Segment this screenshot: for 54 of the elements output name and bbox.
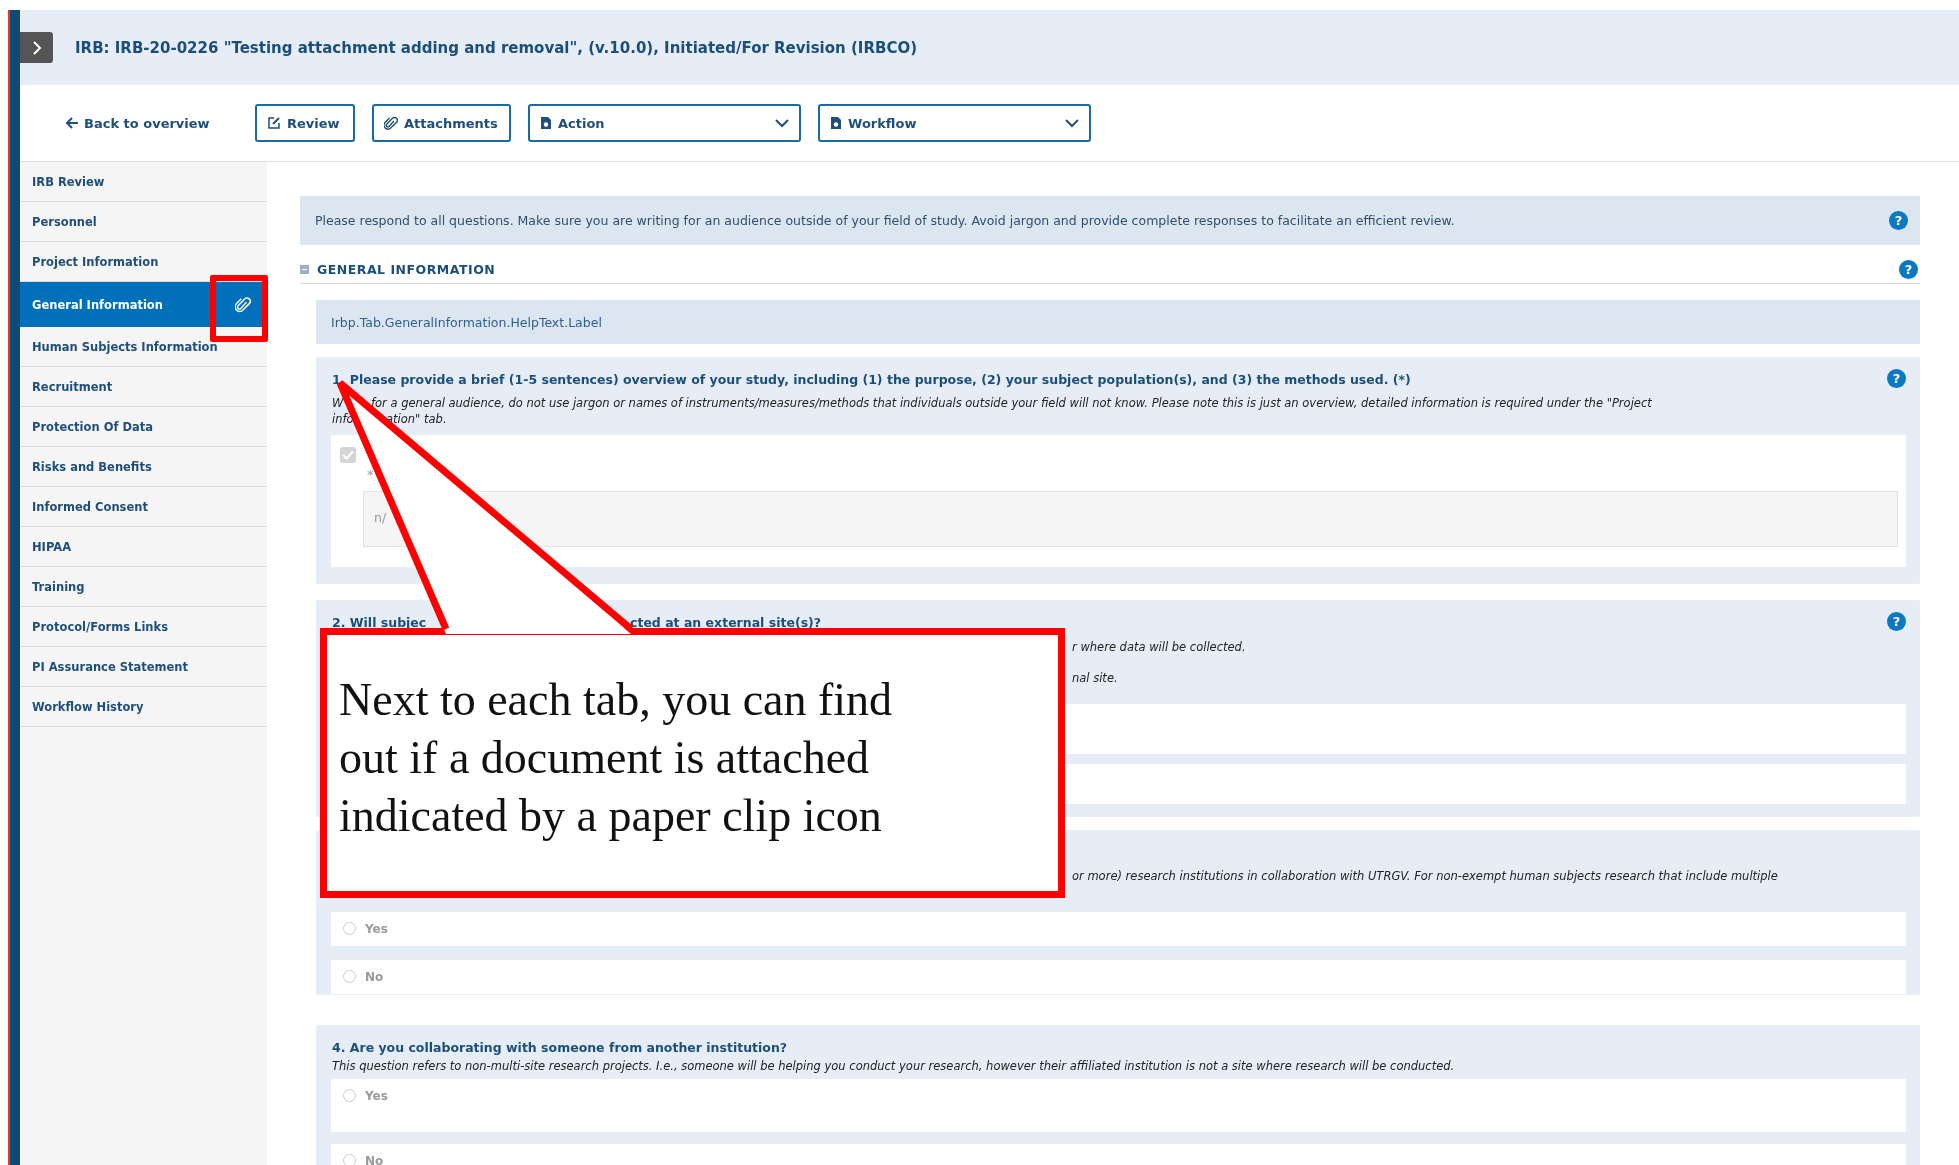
edit-icon [267, 116, 281, 130]
toolbar-button[interactable]: Attachments [372, 104, 511, 142]
help-text-label: Irbp.Tab.GeneralInformation.HelpText.Label [331, 314, 602, 330]
chevron-down-icon [775, 118, 789, 128]
radio-button[interactable] [343, 1089, 356, 1102]
question-hint: nal site. [1072, 671, 1118, 685]
question-hint: r where data will be collected. [1072, 640, 1246, 654]
option-label: Yes [365, 1089, 388, 1103]
question-title: cted at an external site(s)? [630, 614, 822, 630]
required-mark: * [367, 467, 374, 482]
help-button[interactable]: ? [1887, 368, 1906, 388]
sidebar-item[interactable]: HIPAA [20, 527, 267, 567]
sidebar-item[interactable]: Protection Of Data [20, 407, 267, 447]
section-title: GENERAL INFORMATION [317, 261, 496, 277]
option-label: No [365, 1154, 384, 1165]
paperclip-icon [384, 115, 398, 131]
question-hint: or more) research institutions in collaboration with UTRGV. For non-exempt human subjects research that include multiple [1072, 869, 1778, 883]
option-label: No [365, 970, 384, 984]
expand-button[interactable] [20, 32, 53, 63]
help-button[interactable]: ? [1887, 611, 1906, 631]
collapse-icon[interactable] [300, 264, 309, 274]
toolbar-button[interactable]: Review [255, 104, 355, 142]
option-label: Yes [365, 922, 388, 936]
radio-button[interactable] [343, 970, 356, 983]
radio-button[interactable] [343, 922, 356, 935]
sidebar-item[interactable]: IRB Review [20, 162, 267, 202]
dropdown-button[interactable]: Action [528, 104, 801, 142]
sidebar-item[interactable]: Risks and Benefits [20, 447, 267, 487]
chevron-down-icon [1065, 118, 1079, 128]
question-hint: for a general audience, do not use jargon or names of instruments/measures/methods that individuals outside your field will not know. Please note this is just an overview, detailed information is required under the "Project [371, 396, 1652, 410]
sidebar-item[interactable]: Recruitment [20, 367, 267, 407]
sidebar-item[interactable]: Workflow History [20, 687, 267, 727]
sidebar-item[interactable]: PI Assurance Statement [20, 647, 267, 687]
back-link[interactable]: Back to overview [65, 115, 238, 131]
callout-text: Next to each tab, you can find out if a document is attached indicated by a paper clip icon [339, 673, 893, 843]
sidebar-item[interactable]: Informed Consent [20, 487, 267, 527]
dropdown-button[interactable]: Workflow [818, 104, 1091, 142]
help-button[interactable]: ? [1889, 211, 1908, 230]
paperclip-icon [235, 295, 251, 314]
sidebar-item[interactable]: Human Subjects Information [20, 327, 267, 367]
help-button[interactable]: ? [1899, 259, 1918, 279]
page-title: IRB: IRB-20-0226 "Testing attachment adding and removal", (v.10.0), Initiated/For Revision (IRBCO) [75, 38, 917, 57]
sidebar-item[interactable]: Personnel [20, 202, 267, 242]
radio-button[interactable] [343, 1154, 356, 1165]
highlight-frame [210, 275, 268, 342]
question-title: 4. Are you collaborating with someone from another institution? [332, 1039, 788, 1055]
sidebar-item[interactable]: Training [20, 567, 267, 607]
question-title: 2. Will subjec [332, 614, 427, 630]
question-hint: This question refers to non-multi-site research projects. I.e., someone will be helping you conduct your research, however their affiliated institution is not a site where research will be conducted. [332, 1059, 1455, 1073]
info-text: Please respond to all questions. Make sure you are writing for an audience outside of your field of study. Avoid jargon and provide complete responses to facilitate an efficient review. [315, 213, 1455, 228]
arrow-left-icon [65, 116, 79, 130]
sidebar-item[interactable]: Protocol/Forms Links [20, 607, 267, 647]
question-hint: W [332, 396, 344, 410]
chevron-right-icon [30, 40, 43, 55]
